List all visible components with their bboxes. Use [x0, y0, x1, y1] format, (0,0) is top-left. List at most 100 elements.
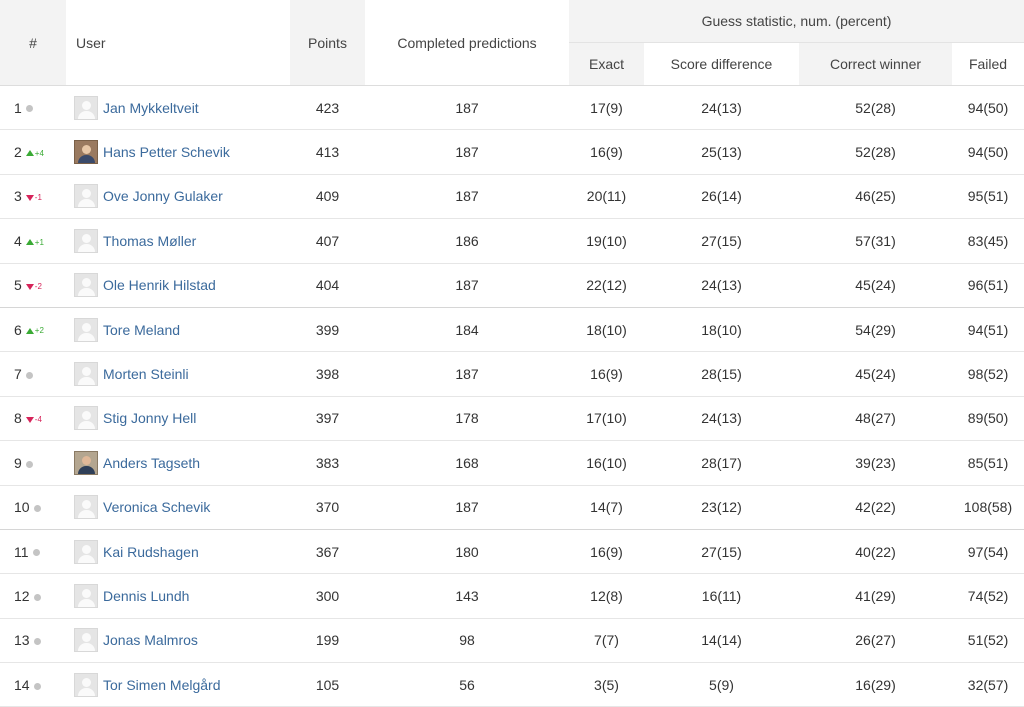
user-name-link[interactable]: Morten Steinli: [103, 366, 189, 382]
avatar-icon[interactable]: [74, 362, 98, 387]
failed-cell: 83(45): [952, 218, 1024, 264]
rank-number: 9: [14, 454, 22, 471]
user-name-link[interactable]: Veronica Schevik: [103, 499, 210, 515]
completed-predictions-cell: 187: [365, 85, 569, 131]
completed-predictions-cell: 187: [365, 485, 569, 530]
failed-cell: 94(50): [952, 129, 1024, 175]
user-name-link[interactable]: Stig Jonny Hell: [103, 410, 196, 426]
exact-cell: 18(10): [569, 307, 644, 353]
correct-winner-cell: 52(28): [799, 85, 952, 131]
failed-cell: 96(51): [952, 263, 1024, 308]
score-difference-cell: 27(15): [644, 529, 799, 575]
user-cell: Kai Rudshagen: [66, 529, 290, 575]
rank-number: 12: [14, 587, 30, 604]
rank-cell: 5 -2: [0, 263, 66, 308]
score-difference-cell: 14(14): [644, 618, 799, 664]
user-cell: Ole Henrik Hilstad: [66, 263, 290, 308]
header-user[interactable]: User: [66, 0, 290, 86]
leaderboard-table: # User Points Completed predictions Gues…: [0, 0, 1024, 707]
trend-up-icon: [25, 239, 34, 246]
correct-winner-cell: 40(22): [799, 529, 952, 575]
user-cell: Dennis Lundh: [66, 573, 290, 619]
avatar-icon[interactable]: [74, 495, 98, 520]
table-row: 8 -4 Stig Jonny Hell 397 178 17(10) 24(13) 48(2…: [0, 396, 1024, 442]
correct-winner-cell: 52(28): [799, 129, 952, 175]
user-name-link[interactable]: Jonas Malmros: [103, 632, 198, 648]
user-name-link[interactable]: Kai Rudshagen: [103, 544, 199, 560]
correct-winner-cell: 54(29): [799, 307, 952, 353]
avatar-icon[interactable]: [74, 95, 98, 120]
avatar-icon[interactable]: [74, 273, 98, 298]
correct-winner-cell: 39(23): [799, 440, 952, 486]
avatar-icon[interactable]: [74, 228, 98, 253]
points-cell: 370: [290, 485, 365, 530]
user-name-link[interactable]: Anders Tagseth: [103, 455, 200, 471]
score-difference-cell: 16(11): [644, 573, 799, 619]
avatar-icon[interactable]: [74, 317, 98, 342]
user-name-link[interactable]: Tore Meland: [103, 322, 180, 338]
avatar-icon[interactable]: [74, 184, 98, 209]
trend-unchanged-icon: [33, 682, 41, 690]
completed-predictions-cell: 187: [365, 129, 569, 175]
header-exact[interactable]: Exact: [569, 42, 644, 86]
avatar-icon[interactable]: [74, 406, 98, 431]
table-row: 5 -2 Ole Henrik Hilstad 404 187 22(12) 24(13) 4…: [0, 263, 1024, 308]
score-difference-cell: 24(13): [644, 263, 799, 308]
avatar-icon[interactable]: [74, 539, 98, 564]
exact-cell: 19(10): [569, 218, 644, 264]
points-cell: 300: [290, 573, 365, 619]
score-difference-cell: 28(17): [644, 440, 799, 486]
table-body: 1 Jan Mykkeltveit 423 187 17(9) 24(13) 52(28) 9…: [0, 85, 1024, 707]
points-cell: 409: [290, 174, 365, 220]
score-difference-cell: 24(13): [644, 85, 799, 131]
correct-winner-cell: 26(27): [799, 618, 952, 664]
rank-number: 6: [14, 321, 22, 338]
user-name-link[interactable]: Hans Petter Schevik: [103, 144, 230, 160]
table-header: # User Points Completed predictions Gues…: [0, 0, 1024, 86]
header-correct-winner[interactable]: Correct winner: [799, 42, 952, 86]
points-cell: 383: [290, 440, 365, 486]
rank-change: +4: [34, 148, 44, 158]
rank-number: 4: [14, 232, 22, 249]
score-difference-cell: 28(15): [644, 351, 799, 397]
rank-change: +2: [34, 326, 44, 336]
trend-unchanged-icon: [33, 593, 41, 601]
header-failed[interactable]: Failed: [952, 42, 1024, 86]
rank-number: 1: [14, 99, 22, 116]
rank-cell: 10: [0, 485, 66, 530]
points-cell: 407: [290, 218, 365, 264]
user-name-link[interactable]: Ove Jonny Gulaker: [103, 188, 223, 204]
avatar-icon[interactable]: [74, 140, 98, 165]
user-name-link[interactable]: Ole Henrik Hilstad: [103, 277, 216, 293]
exact-cell: 22(12): [569, 263, 644, 308]
user-name-link[interactable]: Thomas Møller: [103, 233, 196, 249]
rank-change: -1: [34, 193, 42, 203]
failed-cell: 74(52): [952, 573, 1024, 619]
table-row: 9 Anders Tagseth 383 168 16(10) 28(17) 39(23) 8…: [0, 440, 1024, 486]
points-cell: 397: [290, 396, 365, 442]
user-cell: Jonas Malmros: [66, 618, 290, 664]
points-cell: 398: [290, 351, 365, 397]
avatar-icon[interactable]: [74, 450, 98, 475]
trend-up-icon: [25, 327, 34, 334]
exact-cell: 17(10): [569, 396, 644, 442]
user-name-link[interactable]: Dennis Lundh: [103, 588, 189, 604]
header-score-difference[interactable]: Score difference: [644, 42, 799, 86]
user-name-link[interactable]: Tor Simen Melgård: [103, 677, 221, 693]
failed-cell: 85(51): [952, 440, 1024, 486]
score-difference-cell: 25(13): [644, 129, 799, 175]
user-name-link[interactable]: Jan Mykkeltveit: [103, 100, 199, 116]
header-rank[interactable]: #: [0, 0, 66, 86]
correct-winner-cell: 42(22): [799, 485, 952, 530]
rank-cell: 12: [0, 573, 66, 619]
points-cell: 423: [290, 85, 365, 131]
header-points[interactable]: Points: [290, 0, 365, 86]
table-row: 1 Jan Mykkeltveit 423 187 17(9) 24(13) 52(28) 9…: [0, 85, 1024, 131]
header-completed-predictions[interactable]: Completed predictions: [365, 0, 569, 86]
avatar-icon[interactable]: [74, 628, 98, 653]
avatar-icon[interactable]: [74, 583, 98, 608]
avatar-icon[interactable]: [74, 672, 98, 697]
rank-number: 5: [14, 277, 22, 294]
completed-predictions-cell: 187: [365, 351, 569, 397]
exact-cell: 17(9): [569, 85, 644, 131]
